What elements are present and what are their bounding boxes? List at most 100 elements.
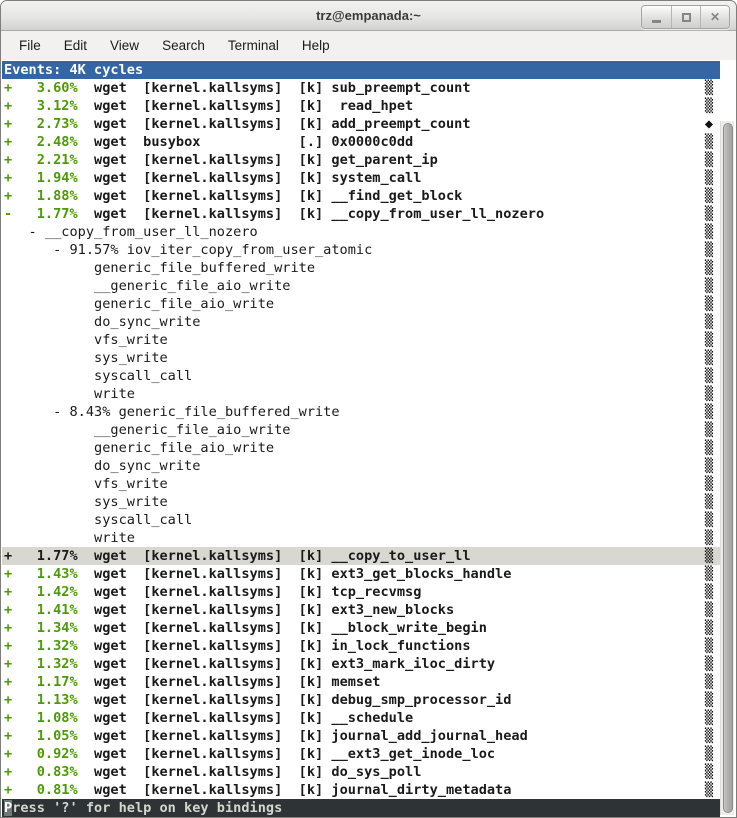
perf-callchain-row[interactable]: generic_file_aio_write▒ (2, 295, 720, 313)
row-percent: + 0.92% (4, 746, 78, 762)
perf-callchain-row[interactable]: vfs_write▒ (2, 331, 720, 349)
perf-callchain-row[interactable]: write▒ (2, 385, 720, 403)
row-percent: + 1.34% (4, 620, 78, 636)
perf-callchain-row[interactable]: syscall_call▒ (2, 511, 720, 529)
perf-row[interactable]: + 3.60% wget [kernel.kallsyms] [k] sub_p… (2, 79, 720, 97)
perf-row[interactable]: + 0.83% wget [kernel.kallsyms] [k] do_sy… (2, 763, 720, 781)
row-percent: + 1.42% (4, 584, 78, 600)
perf-row[interactable]: - 1.77% wget [kernel.kallsyms] [k] __cop… (2, 205, 720, 223)
perf-row[interactable]: + 2.21% wget [kernel.kallsyms] [k] get_p… (2, 151, 720, 169)
perf-row[interactable]: + 1.05% wget [kernel.kallsyms] [k] journ… (2, 727, 720, 745)
close-icon: ✕ (710, 11, 720, 23)
row-percent: - 1.77% (4, 206, 78, 222)
perf-callchain-row[interactable]: generic_file_buffered_write▒ (2, 259, 720, 277)
menu-help[interactable]: Help (294, 34, 338, 57)
tui-scrollbar-checker-icon: ▒ (704, 529, 714, 547)
perf-callchain-row[interactable]: generic_file_aio_write ▒ (2, 439, 720, 457)
perf-callchain-row[interactable]: do_sync_write▒ (2, 457, 720, 475)
row-symbol: wget [kernel.kallsyms] [k] __ext3_get_in… (78, 746, 495, 762)
perf-callchain-row[interactable]: - 8.43% generic_file_buffered_write▒ (2, 403, 720, 421)
perf-row[interactable]: + 0.92% wget [kernel.kallsyms] [k] __ext… (2, 745, 720, 763)
tui-scrollbar-checker-icon: ▒ (704, 457, 714, 475)
tui-scrollbar-checker-icon: ▒ (704, 547, 714, 565)
perf-row[interactable]: + 1.42% wget [kernel.kallsyms] [k] tcp_r… (2, 583, 720, 601)
row-symbol: wget [kernel.kallsyms] [k] debug_smp_pro… (78, 692, 512, 708)
row-symbol: wget [kernel.kallsyms] [k] journal_dirty… (78, 782, 512, 798)
row-percent: + 1.77% (4, 548, 78, 564)
tui-scrollbar-checker-icon: ▒ (704, 205, 714, 223)
row-symbol: wget [kernel.kallsyms] [k] do_sys_poll (78, 764, 422, 780)
menu-file[interactable]: File (11, 34, 49, 57)
titlebar[interactable]: trz@empanada:~ ✕ (1, 1, 736, 31)
perf-row[interactable]: + 1.88% wget [kernel.kallsyms] [k] __fin… (2, 187, 720, 205)
tui-scrollbar-checker-icon: ▒ (704, 439, 714, 457)
perf-callchain-row[interactable]: - __copy_from_user_ll_nozero▒ (2, 223, 720, 241)
perf-callchain-row[interactable]: - 91.57% iov_iter_copy_from_user_atomic▒ (2, 241, 720, 259)
tui-scrollbar-checker-icon: ▒ (704, 313, 714, 331)
callchain-text: - 91.57% iov_iter_copy_from_user_atomic (4, 242, 372, 258)
close-button[interactable]: ✕ (700, 6, 729, 28)
minimize-button[interactable] (642, 6, 671, 28)
tui-scrollbar-checker-icon: ▒ (704, 673, 714, 691)
tui-scrollbar-checker-icon: ▒ (704, 691, 714, 709)
perf-row[interactable]: + 1.77% wget [kernel.kallsyms] [k] __cop… (2, 547, 720, 565)
callchain-text: generic_file_buffered_write (4, 260, 315, 276)
perf-row[interactable]: + 3.12% wget [kernel.kallsyms] [k] read_… (2, 97, 720, 115)
callchain-text: write (4, 530, 135, 546)
statusbar-text: ress '?' for help on key bindings (12, 800, 282, 816)
perf-callchain-row[interactable]: write ▒ (2, 529, 720, 547)
menu-search[interactable]: Search (154, 34, 213, 57)
maximize-icon (682, 13, 691, 22)
perf-callchain-row[interactable]: vfs_write▒ (2, 475, 720, 493)
perf-rows: + 3.60% wget [kernel.kallsyms] [k] sub_p… (2, 79, 720, 799)
perf-row[interactable]: + 0.81% wget [kernel.kallsyms] [k] journ… (2, 781, 720, 799)
tui-scrollbar-checker-icon: ▒ (704, 655, 714, 673)
perf-callchain-row[interactable]: do_sync_write▒ (2, 313, 720, 331)
tui-scrollbar-checker-icon: ▒ (704, 79, 714, 97)
callchain-text: __generic_file_aio_write (4, 422, 290, 438)
row-percent: + 1.43% (4, 566, 78, 582)
perf-row[interactable]: + 1.41% wget [kernel.kallsyms] [k] ext3_… (2, 601, 720, 619)
perf-callchain-row[interactable]: sys_write▒ (2, 493, 720, 511)
perf-row[interactable]: + 2.48% wget busybox [.] 0x0000c0dd▒ (2, 133, 720, 151)
row-symbol: wget [kernel.kallsyms] [k] __schedule (78, 710, 414, 726)
perf-row[interactable]: + 1.94% wget [kernel.kallsyms] [k] syste… (2, 169, 720, 187)
perf-row[interactable]: + 1.34% wget [kernel.kallsyms] [k] __blo… (2, 619, 720, 637)
menu-view[interactable]: View (102, 34, 147, 57)
menu-terminal[interactable]: Terminal (220, 34, 287, 57)
perf-callchain-row[interactable]: sys_write▒ (2, 349, 720, 367)
perf-row[interactable]: + 1.43% wget [kernel.kallsyms] [k] ext3_… (2, 565, 720, 583)
gtk-scrollbar[interactable] (720, 121, 734, 815)
perf-row[interactable]: + 1.17% wget [kernel.kallsyms] [k] memse… (2, 673, 720, 691)
perf-row[interactable]: + 2.73% wget [kernel.kallsyms] [k] add_p… (2, 115, 720, 133)
tui-scrollbar-checker-icon: ▒ (704, 583, 714, 601)
gtk-scrollbar-thumb[interactable] (723, 123, 733, 813)
perf-row[interactable]: + 1.13% wget [kernel.kallsyms] [k] debug… (2, 691, 720, 709)
perf-row[interactable]: + 1.32% wget [kernel.kallsyms] [k] in_lo… (2, 637, 720, 655)
perf-row[interactable]: + 1.08% wget [kernel.kallsyms] [k] __sch… (2, 709, 720, 727)
row-percent: + 3.60% (4, 80, 78, 96)
window-title: trz@empanada:~ (1, 1, 736, 31)
perf-callchain-row[interactable]: __generic_file_aio_write▒ (2, 277, 720, 295)
tui-scrollbar-checker-icon: ▒ (704, 97, 714, 115)
row-symbol: wget [kernel.kallsyms] [k] memset (78, 674, 381, 690)
window-controls: ✕ (641, 5, 730, 29)
perf-callchain-row[interactable]: syscall_call ▒ (2, 367, 720, 385)
callchain-text: generic_file_aio_write (4, 440, 274, 456)
perf-row[interactable]: + 1.32% wget [kernel.kallsyms] [k] ext3_… (2, 655, 720, 673)
tui-scrollbar-checker-icon: ▒ (704, 727, 714, 745)
terminal-screen[interactable]: Events: 4K cycles + 3.60% wget [kernel.k… (2, 61, 735, 816)
callchain-text: __generic_file_aio_write (4, 278, 290, 294)
menu-edit[interactable]: Edit (56, 34, 95, 57)
callchain-text: syscall_call (4, 368, 192, 384)
row-symbol: wget [kernel.kallsyms] [k] tcp_recvmsg (78, 584, 422, 600)
row-symbol: wget [kernel.kallsyms] [k] ext3_new_bloc… (78, 602, 454, 618)
maximize-button[interactable] (671, 6, 700, 28)
perf-callchain-row[interactable]: __generic_file_aio_write▒ (2, 421, 720, 439)
tui-scrollbar-checker-icon: ▒ (704, 367, 714, 385)
tui-scrollbar-checker-icon: ▒ (704, 475, 714, 493)
tui-scrollbar-checker-icon: ▒ (704, 763, 714, 781)
row-percent: + 1.94% (4, 170, 78, 186)
row-symbol: wget [kernel.kallsyms] [k] __copy_from_u… (78, 206, 545, 222)
terminal-cursor: P (4, 800, 12, 816)
